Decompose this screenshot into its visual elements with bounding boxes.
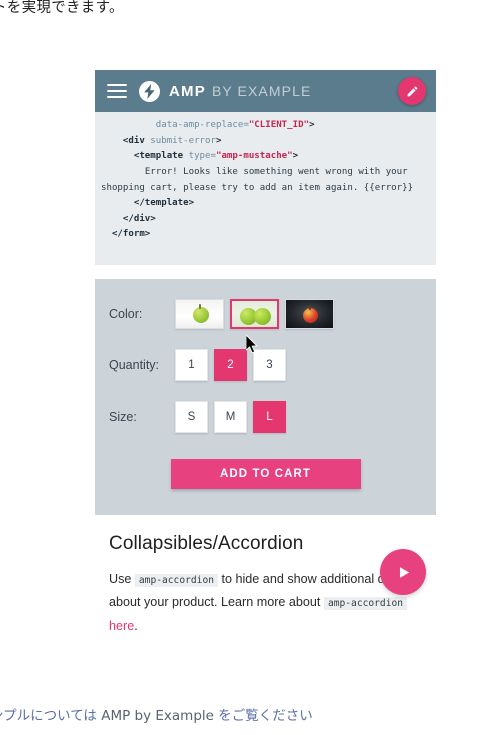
code-token: <template	[133, 151, 189, 162]
add-to-cart-button[interactable]: ADD TO CART	[170, 459, 361, 489]
code-token: >	[215, 135, 222, 146]
size-option-s[interactable]: S	[175, 401, 208, 433]
hamburger-menu-icon[interactable]	[107, 83, 127, 99]
bottom-caption-post: をご覧ください	[213, 708, 313, 724]
add-to-cart-wrapper: ADD TO CART	[95, 455, 436, 489]
accordion-body: Use amp-accordion to hide and show addit…	[109, 568, 422, 638]
code-token: "amp-mustache"	[215, 151, 293, 162]
brand-subtitle: BY EXAMPLE	[211, 83, 312, 99]
code-line: <template type="amp-mustache">	[101, 149, 430, 165]
size-selector-row: Size: S M L	[95, 401, 436, 433]
code-token: >	[309, 120, 315, 130]
color-selector-row: Color:	[95, 299, 436, 329]
code-line: </form>	[101, 227, 430, 243]
accordion-text-1: Use	[109, 572, 135, 586]
accordion-text-4: .	[134, 618, 138, 633]
product-options-form: Color: Quantity: 1 2 3 Size: S M L ADD T…	[95, 279, 436, 515]
code-token: "CLIENT_ID"	[248, 120, 310, 130]
bottom-caption-pre: ンプルについては	[0, 708, 102, 724]
code-token: </div>	[122, 213, 156, 224]
size-label: Size:	[109, 410, 137, 424]
inline-code-amp-accordion-2: amp-accordion	[323, 597, 408, 611]
quantity-selector-row: Quantity: 1 2 3	[95, 349, 436, 381]
size-option-m[interactable]: M	[214, 401, 247, 433]
bottom-japanese-caption: ンプルについては AMP by Example をご覧ください	[0, 704, 313, 724]
quantity-option-1[interactable]: 1	[175, 349, 208, 381]
code-token: </template>	[133, 198, 195, 209]
section-divider	[95, 265, 436, 279]
quantity-label: Quantity:	[109, 358, 160, 372]
code-token: type=	[188, 151, 216, 162]
brand-name: AMP	[169, 82, 206, 100]
code-token: </form>	[111, 229, 151, 240]
code-token: >	[292, 151, 299, 162]
code-snippet-block: data-amp-replace="CLIENT_ID"> <div submi…	[95, 112, 436, 265]
bottom-caption-latin: AMP by Example	[101, 708, 214, 724]
inline-code-amp-accordion-1: amp-accordion	[134, 574, 218, 587]
amp-demo-card: AMP BY EXAMPLE data-amp-replace="CLIENT_…	[95, 70, 436, 670]
quantity-option-2[interactable]: 2	[214, 349, 247, 381]
color-option-two-green-apples[interactable]	[230, 299, 279, 329]
color-option-red-apple-dark-bg[interactable]	[285, 299, 334, 329]
accordion-section: Collapsibles/Accordion Use amp-accordion…	[95, 515, 436, 654]
pencil-edit-icon[interactable]	[398, 77, 426, 105]
accordion-here-link[interactable]: here	[109, 619, 134, 633]
code-token: <div	[122, 135, 151, 146]
accordion-title: Collapsibles/Accordion	[109, 533, 304, 554]
amp-lightning-bolt-icon	[139, 80, 160, 102]
code-token: submit-error	[150, 135, 216, 146]
code-line: Error! Looks like something went wrong w…	[101, 165, 430, 196]
color-label: Color:	[109, 307, 143, 321]
code-token: data-amp-replace=	[155, 120, 249, 130]
quantity-option-3[interactable]: 3	[253, 349, 286, 381]
size-option-l[interactable]: L	[253, 401, 286, 433]
top-japanese-caption: トを実現できます。	[0, 0, 124, 16]
code-line: </div>	[101, 212, 430, 228]
color-option-green-apple-white-bg[interactable]	[175, 299, 224, 329]
code-token: Error! Looks like something went wrong w…	[101, 166, 414, 193]
amp-header-bar: AMP BY EXAMPLE	[95, 70, 436, 112]
code-line: <div submit-error>	[101, 134, 430, 150]
play-triangle-icon[interactable]	[380, 549, 426, 595]
code-line: </template>	[101, 196, 430, 212]
code-line: data-amp-replace="CLIENT_ID">	[101, 118, 430, 134]
